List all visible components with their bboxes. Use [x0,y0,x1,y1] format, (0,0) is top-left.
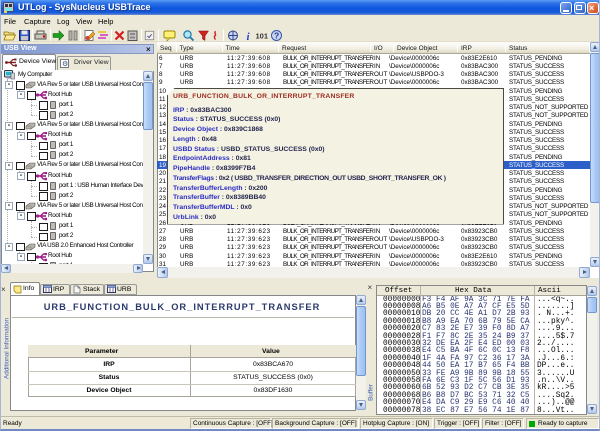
svg-text:i: i [247,31,251,42]
svg-text:101: 101 [256,32,269,41]
svg-text:?: ? [274,31,279,41]
